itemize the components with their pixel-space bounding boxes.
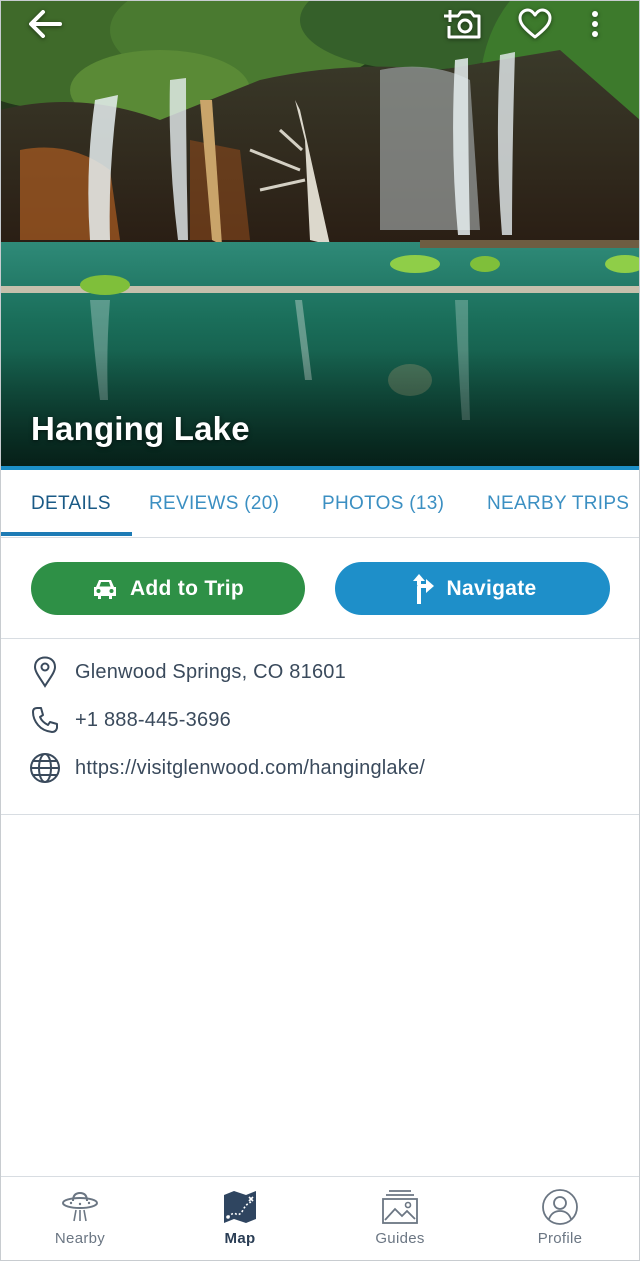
tab-bar: DETAILS REVIEWS (20) PHOTOS (13) NEARBY … xyxy=(0,470,640,538)
website-row[interactable]: https://visitglenwood.com/hanginglake/ xyxy=(0,748,640,788)
tab-photos[interactable]: PHOTOS (13) xyxy=(322,470,444,537)
contact-info: Glenwood Springs, CO 81601 +1 888-445-36… xyxy=(0,640,640,815)
tab-details[interactable]: DETAILS xyxy=(31,470,111,537)
nav-nearby-label: Nearby xyxy=(54,1230,106,1247)
car-icon xyxy=(93,579,116,599)
tab-reviews[interactable]: REVIEWS (20) xyxy=(149,470,279,537)
nav-guides[interactable]: Guides xyxy=(320,1177,480,1261)
back-arrow-icon xyxy=(29,10,62,38)
tab-nearby-trips[interactable]: NEARBY TRIPS xyxy=(487,470,629,537)
hero-photo[interactable]: Hanging Lake xyxy=(0,0,640,466)
nav-guides-label: Guides xyxy=(375,1230,425,1247)
phone-text: +1 888-445-3696 xyxy=(75,708,231,731)
heart-icon xyxy=(518,8,552,39)
navigate-label: Navigate xyxy=(446,576,537,600)
favorite-button[interactable] xyxy=(515,4,555,44)
address-row[interactable]: Glenwood Springs, CO 81601 xyxy=(0,652,640,692)
map-icon xyxy=(224,1191,256,1223)
nav-map[interactable]: Map xyxy=(160,1177,320,1261)
hanging-lake-photo xyxy=(0,0,640,466)
camera-plus-icon xyxy=(444,10,481,39)
turn-arrow-icon xyxy=(412,573,434,604)
phone-icon xyxy=(32,707,58,733)
more-vertical-icon xyxy=(592,11,598,37)
add-to-trip-button[interactable]: Add to Trip xyxy=(31,562,305,615)
address-text: Glenwood Springs, CO 81601 xyxy=(75,660,346,683)
profile-icon xyxy=(542,1189,578,1225)
phone-row[interactable]: +1 888-445-3696 xyxy=(0,700,640,740)
add-photo-button[interactable] xyxy=(443,4,483,44)
nav-nearby[interactable]: Nearby xyxy=(0,1177,160,1261)
navigate-button[interactable]: Navigate xyxy=(335,562,610,615)
globe-icon xyxy=(30,753,60,783)
active-tab-indicator xyxy=(0,532,132,536)
nav-profile[interactable]: Profile xyxy=(480,1177,640,1261)
location-pin-icon xyxy=(33,656,57,688)
action-buttons: Add to Trip Navigate xyxy=(0,539,640,639)
add-to-trip-label: Add to Trip xyxy=(129,576,245,600)
website-link[interactable]: https://visitglenwood.com/hanginglake/ xyxy=(75,757,425,780)
bottom-navigation: Nearby Map Guides Profile xyxy=(0,1176,640,1261)
guide-photo-icon xyxy=(382,1190,418,1224)
ufo-icon xyxy=(62,1191,98,1222)
nav-profile-label: Profile xyxy=(537,1230,583,1247)
place-title: Hanging Lake xyxy=(31,410,250,447)
more-options-button[interactable] xyxy=(575,4,615,44)
nav-map-label: Map xyxy=(224,1230,256,1247)
back-button[interactable] xyxy=(24,4,64,44)
